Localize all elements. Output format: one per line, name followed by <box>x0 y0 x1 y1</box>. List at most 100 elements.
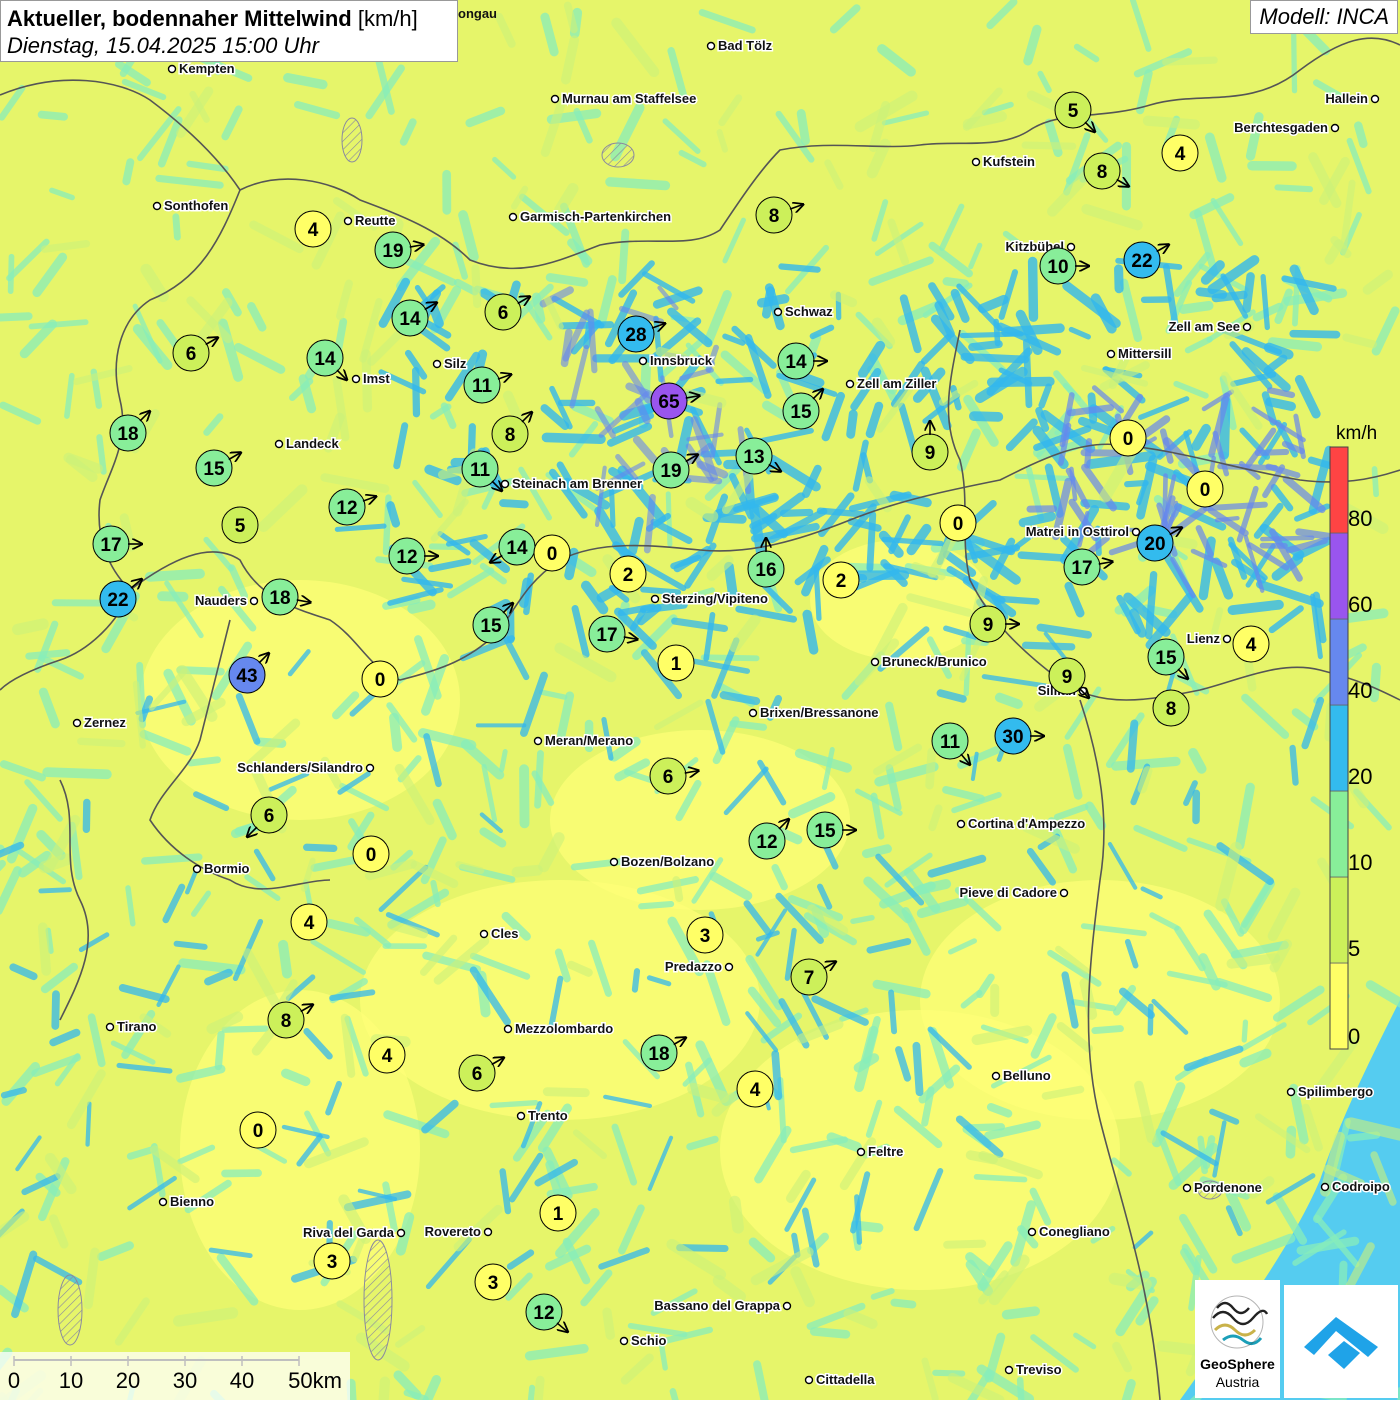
city-label: Sterzing/Vipiteno <box>662 591 768 606</box>
wind-speed-value: 15 <box>480 616 502 637</box>
wind-station: 2 <box>823 562 859 598</box>
city-marker: Murnau am Staffelsee <box>552 91 697 106</box>
city-label: Cles <box>491 926 518 941</box>
wind-speed-value: 3 <box>700 926 711 947</box>
city-label: Predazzo <box>665 959 722 974</box>
city-marker: Codroipo <box>1322 1179 1390 1194</box>
city-label: Bienno <box>170 1194 214 1209</box>
city-dot <box>621 1338 628 1345</box>
city-marker: Cittadella <box>806 1372 876 1387</box>
city-dot <box>345 218 352 225</box>
ridge-streak <box>610 182 665 186</box>
wind-speed-value: 28 <box>625 325 646 346</box>
city-dot <box>652 596 659 603</box>
wind-speed-value: 17 <box>100 535 121 556</box>
ridge-streak <box>1232 605 1279 610</box>
wind-speed-value: 1 <box>671 654 682 675</box>
title-unit: [km/h] <box>358 6 418 31</box>
ridge-streak <box>1217 518 1237 520</box>
city-label: Spilimbergo <box>1298 1084 1373 1099</box>
ridge-streak <box>29 653 67 656</box>
ridge-streak <box>866 849 887 854</box>
city-label: Schio <box>631 1333 666 1348</box>
ridge-streak <box>41 890 70 891</box>
ridge-streak <box>947 281 965 283</box>
ridge-streak <box>971 1155 994 1159</box>
wind-speed-value: 18 <box>117 424 138 445</box>
city-marker: Innsbruck <box>640 353 713 368</box>
wind-speed-value: 4 <box>750 1080 761 1101</box>
ridge-streak <box>177 944 205 947</box>
ridge-streak <box>733 724 764 728</box>
ridge-streak <box>526 576 530 612</box>
ridge-streak <box>11 257 12 291</box>
ridge-streak <box>930 752 932 785</box>
wind-station: 0 <box>353 836 389 872</box>
city-dot <box>107 1024 114 1031</box>
city-label: Trento <box>528 1108 568 1123</box>
ridge-streak <box>1000 697 1018 704</box>
ridge-streak <box>807 614 814 650</box>
ridge-streak <box>1293 334 1336 335</box>
ridge-streak <box>693 1089 723 1097</box>
city-marker: Spilimbergo <box>1288 1084 1374 1099</box>
wind-station: 2 <box>610 556 646 592</box>
city-label: Mittersill <box>1118 346 1171 361</box>
city-dot <box>1061 890 1068 897</box>
ridge-streak <box>1148 121 1195 125</box>
city-dot <box>806 1377 813 1384</box>
wind-station: 1 <box>540 1195 576 1231</box>
city-marker: Matrei in Osttirol <box>1026 524 1140 539</box>
ridge-streak <box>351 1383 355 1400</box>
edge-fragment-label: ongau <box>458 6 497 21</box>
ridge-streak <box>337 526 384 529</box>
city-marker: Sterzing/Vipiteno <box>652 591 768 606</box>
title-text: Aktueller, bodennaher Mittelwind <box>7 6 352 31</box>
city-label: Pieve di Cadore <box>959 885 1057 900</box>
city-dot <box>973 159 980 166</box>
city-label: Rovereto <box>425 1224 481 1239</box>
ridge-streak <box>635 971 637 989</box>
wind-speed-value: 4 <box>1246 635 1257 656</box>
city-dot <box>1029 1229 1036 1236</box>
city-label: Codroipo <box>1332 1179 1390 1194</box>
city-dot <box>502 481 509 488</box>
ridge-streak <box>1350 1135 1376 1138</box>
ridge-streak <box>288 78 323 85</box>
city-label: Schwaz <box>785 304 833 319</box>
ridge-streak <box>1258 452 1286 453</box>
ridge-streak <box>947 1244 982 1245</box>
model-label: Modell: INCA <box>1250 0 1398 34</box>
legend-band <box>1330 963 1348 1049</box>
wind-speed-value: 9 <box>1062 667 1073 688</box>
app-arrow-icon <box>1284 1285 1398 1398</box>
wind-speed-value: 18 <box>269 588 290 609</box>
city-marker: Brixen/Bressanone <box>750 705 879 720</box>
ridge-streak <box>433 883 437 904</box>
ridge-streak <box>1244 1022 1245 1040</box>
city-label: Riva del Garda <box>303 1225 395 1240</box>
ridge-streak <box>1270 402 1292 407</box>
ridge-streak <box>1020 1380 1021 1400</box>
wind-speed-value: 4 <box>304 913 315 934</box>
wind-speed-value: 12 <box>756 832 777 853</box>
ridge-streak <box>562 325 611 326</box>
wind-speed-value: 22 <box>1131 251 1152 272</box>
app-logo <box>1284 1285 1398 1398</box>
city-dot <box>1006 1367 1013 1374</box>
city-label: Cortina d'Ampezzo <box>968 816 1085 831</box>
ridge-streak <box>394 718 397 747</box>
ridge-streak <box>1026 342 1029 405</box>
wind-station: 5 <box>222 507 258 543</box>
ridge-streak <box>176 217 178 237</box>
scale-label: 10 <box>59 1368 83 1394</box>
wind-station: 4 <box>295 211 331 247</box>
city-dot <box>434 361 441 368</box>
city-dot <box>958 821 965 828</box>
legend-label: 80 <box>1348 506 1372 532</box>
legend-unit: km/h <box>1336 423 1377 445</box>
city-dot <box>398 1230 405 1237</box>
city-marker: Bassano del Grappa <box>654 1298 790 1313</box>
city-dot <box>775 309 782 316</box>
ridge-streak <box>503 503 525 504</box>
